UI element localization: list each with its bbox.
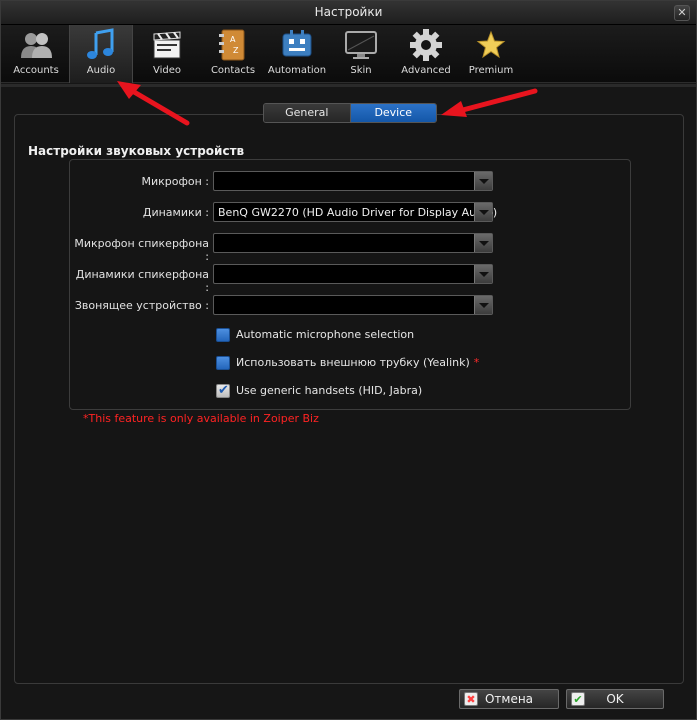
window-title: Настройки [314,5,383,19]
audio-icon [87,28,114,59]
ringing-device-label: Звонящее устройство : [74,299,209,312]
ringing-device-select[interactable] [213,295,493,315]
generic-handsets-label: Use generic handsets (HID, Jabra) [236,384,423,397]
toolbar-automation[interactable]: Automation [267,25,327,83]
external-handset-label: Использовать внешнюю трубку (Yealink) [236,356,470,369]
chevron-down-icon[interactable] [474,234,492,252]
cancel-button[interactable]: ✖ Отмена [459,689,559,709]
toolbar-label: Accounts [13,65,59,76]
microphone-select[interactable] [213,171,493,191]
toolbar-advanced[interactable]: Advanced [397,25,455,83]
premium-note: *This feature is only available in Zoipe… [83,412,319,425]
toolbar-label: Video [152,65,182,76]
external-handset-checkbox[interactable] [216,356,230,370]
svg-text:A: A [230,35,236,44]
settings-window: Настройки ✕ Accounts Audio Video A Z Con… [0,0,697,720]
speakerphone-speakers-select[interactable] [213,264,493,284]
tab-general[interactable]: General [264,104,351,122]
premium-asterisk: * [473,356,480,369]
toolbar-premium[interactable]: Premium [463,25,519,83]
ok-button[interactable]: ✔ OK [566,689,664,709]
chevron-down-icon[interactable] [474,172,492,190]
speakerphone-mic-select[interactable] [213,233,493,253]
toolbar-audio[interactable]: Audio [69,25,133,83]
contacts-icon: A Z [219,29,245,61]
toolbar-label: Advanced [401,65,451,76]
microphone-label: Микрофон : [141,175,209,188]
combo-value: BenQ GW2270 (HD Audio Driver for Display… [218,206,498,219]
section-title: Настройки звуковых устройств [28,144,245,158]
star-icon [476,30,506,59]
chevron-down-icon[interactable] [474,296,492,314]
title-bar: Настройки ✕ [1,1,696,25]
svg-text:Z: Z [233,46,239,55]
speakerphone-speakers-label: Динамики спикерфона : [75,268,209,294]
toolbar-label: Audio [86,65,116,76]
settings-tabs: General Device [263,103,437,123]
auto-mic-checkbox[interactable] [216,328,230,342]
toolbar-video[interactable]: Video [139,25,195,83]
cancel-label: Отмена [484,692,534,706]
tab-device[interactable]: Device [350,104,436,122]
settings-toolbar: Accounts Audio Video A Z Contacts Automa… [1,25,696,83]
auto-mic-label: Automatic microphone selection [236,328,415,341]
accounts-icon [21,33,52,58]
external-handset-label-wrap: Использовать внешнюю трубку (Yealink) * [236,356,479,369]
toolbar-accounts[interactable]: Accounts [7,25,65,83]
toolbar-label: Automation [267,65,327,76]
close-button[interactable]: ✕ [674,5,690,21]
automation-icon [282,30,312,57]
speakerphone-mic-label: Микрофон спикерфона : [74,237,209,263]
toolbar-label: Skin [350,65,372,76]
gear-icon [410,29,442,61]
chevron-down-icon[interactable] [474,203,492,221]
chevron-down-icon[interactable] [474,265,492,283]
toolbar-label: Premium [468,65,514,76]
speakers-select[interactable]: BenQ GW2270 (HD Audio Driver for Display… [213,202,497,222]
speakers-label: Динамики : [142,206,209,219]
ok-label: OK [606,692,624,706]
video-icon [153,31,181,59]
skin-icon [345,31,377,59]
toolbar-skin[interactable]: Skin [335,25,387,83]
divider [1,84,696,87]
toolbar-label: Contacts [210,65,256,76]
toolbar-contacts[interactable]: A Z Contacts [203,25,263,83]
generic-handsets-checkbox[interactable] [216,383,230,398]
